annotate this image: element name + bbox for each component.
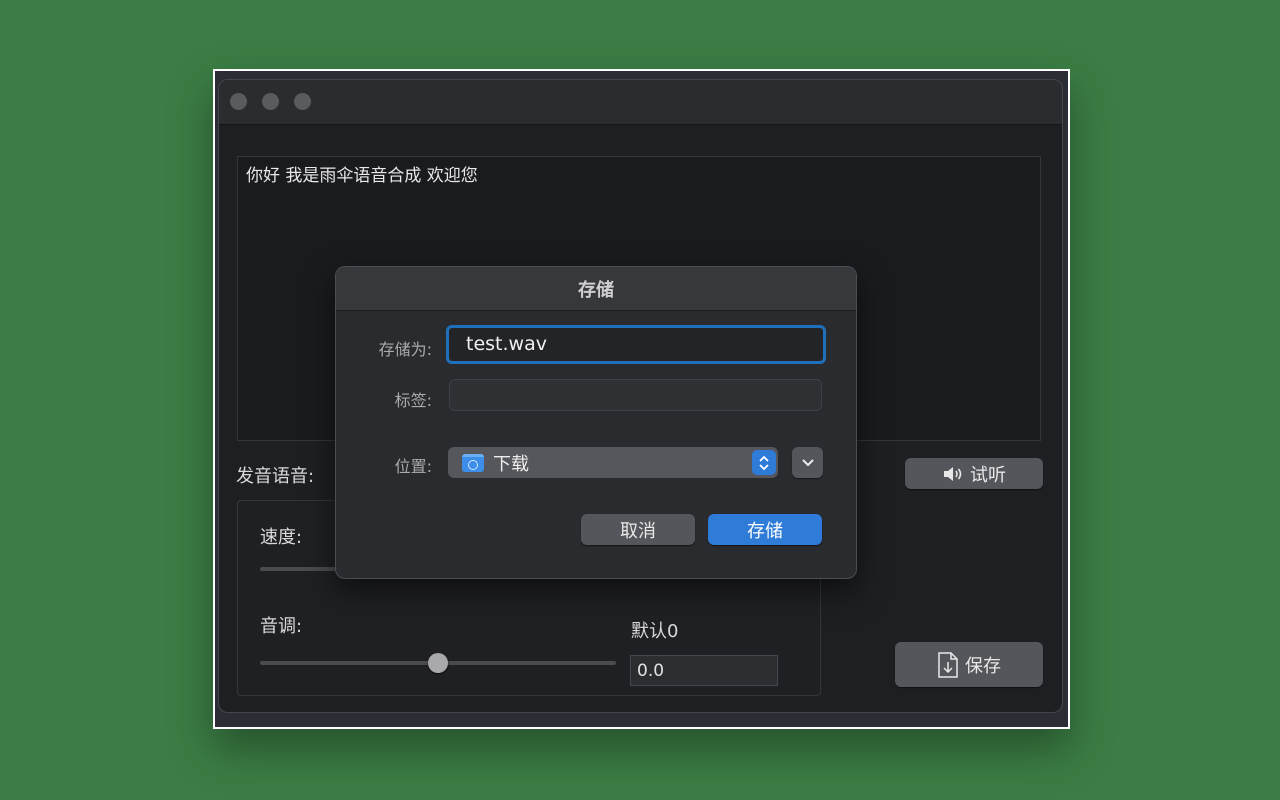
document-download-icon	[938, 651, 958, 678]
preview-button[interactable]: 试听	[905, 458, 1043, 489]
confirm-save-button[interactable]: 存储	[708, 514, 822, 545]
pitch-slider-knob[interactable]	[428, 653, 448, 673]
save-as-input[interactable]: test.wav	[446, 325, 826, 364]
tags-label: 标签:	[394, 391, 432, 410]
title-bar	[219, 80, 1062, 125]
close-window-button[interactable]	[230, 93, 247, 110]
downloads-folder-icon	[462, 454, 484, 472]
cancel-button[interactable]: 取消	[581, 514, 695, 545]
tags-input[interactable]	[449, 379, 822, 411]
expand-dialog-button[interactable]	[792, 447, 823, 478]
editor-text: 你好 我是雨伞语音合成 欢迎您	[246, 166, 478, 186]
save-dialog: 存储 存储为: test.wav 标签: 位置: 下载 取消 存储	[335, 266, 857, 579]
minimize-window-button[interactable]	[262, 93, 279, 110]
save-as-input-value: test.wav	[466, 333, 547, 355]
chevron-down-icon	[801, 458, 814, 466]
pitch-default-label: 默认0	[631, 621, 679, 642]
save-as-label: 存储为:	[378, 340, 432, 359]
save-button-label: 保存	[965, 655, 1001, 677]
location-popup[interactable]: 下载	[448, 447, 778, 478]
speaker-icon	[944, 466, 962, 481]
preview-button-label: 试听	[970, 464, 1006, 486]
location-label: 位置:	[394, 457, 432, 476]
save-dialog-title: 存储	[336, 267, 856, 311]
pitch-value-field[interactable]: 0.0	[630, 655, 778, 686]
speed-label: 速度:	[260, 527, 303, 548]
location-value: 下载	[493, 454, 529, 475]
pitch-label: 音调:	[260, 616, 303, 637]
save-button[interactable]: 保存	[895, 642, 1043, 687]
zoom-window-button[interactable]	[294, 93, 311, 110]
voice-label: 发音语音:	[236, 466, 315, 487]
up-down-chevron-icon	[752, 450, 776, 475]
